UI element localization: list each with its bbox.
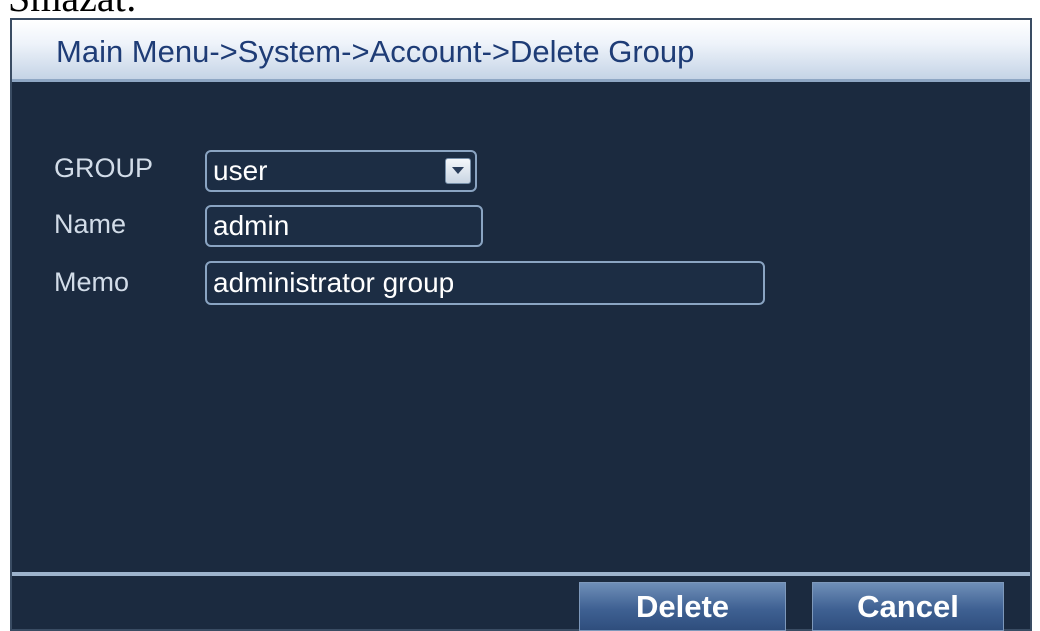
group-select-value: user — [213, 155, 268, 186]
name-field-value: admin — [213, 210, 290, 241]
memo-field-value: administrator group — [213, 267, 455, 298]
name-field[interactable]: admin — [205, 205, 483, 247]
chevron-down-icon[interactable] — [445, 158, 471, 184]
page-text-fragment: Smazat: — [8, 0, 137, 18]
dialog-titlebar: Main Menu->System->Account->Delete Group — [12, 20, 1030, 82]
group-select[interactable]: user — [205, 150, 477, 192]
delete-button[interactable]: Delete — [579, 582, 786, 631]
delete-group-dialog: Main Menu->System->Account->Delete Group… — [10, 18, 1032, 631]
footer-divider — [12, 572, 1030, 576]
memo-field[interactable]: administrator group — [205, 261, 765, 305]
name-label: Name — [54, 209, 127, 239]
group-label: GROUP — [54, 153, 154, 183]
breadcrumb-title: Main Menu->System->Account->Delete Group — [56, 34, 695, 69]
cancel-button[interactable]: Cancel — [812, 582, 1004, 631]
memo-label: Memo — [54, 267, 130, 297]
